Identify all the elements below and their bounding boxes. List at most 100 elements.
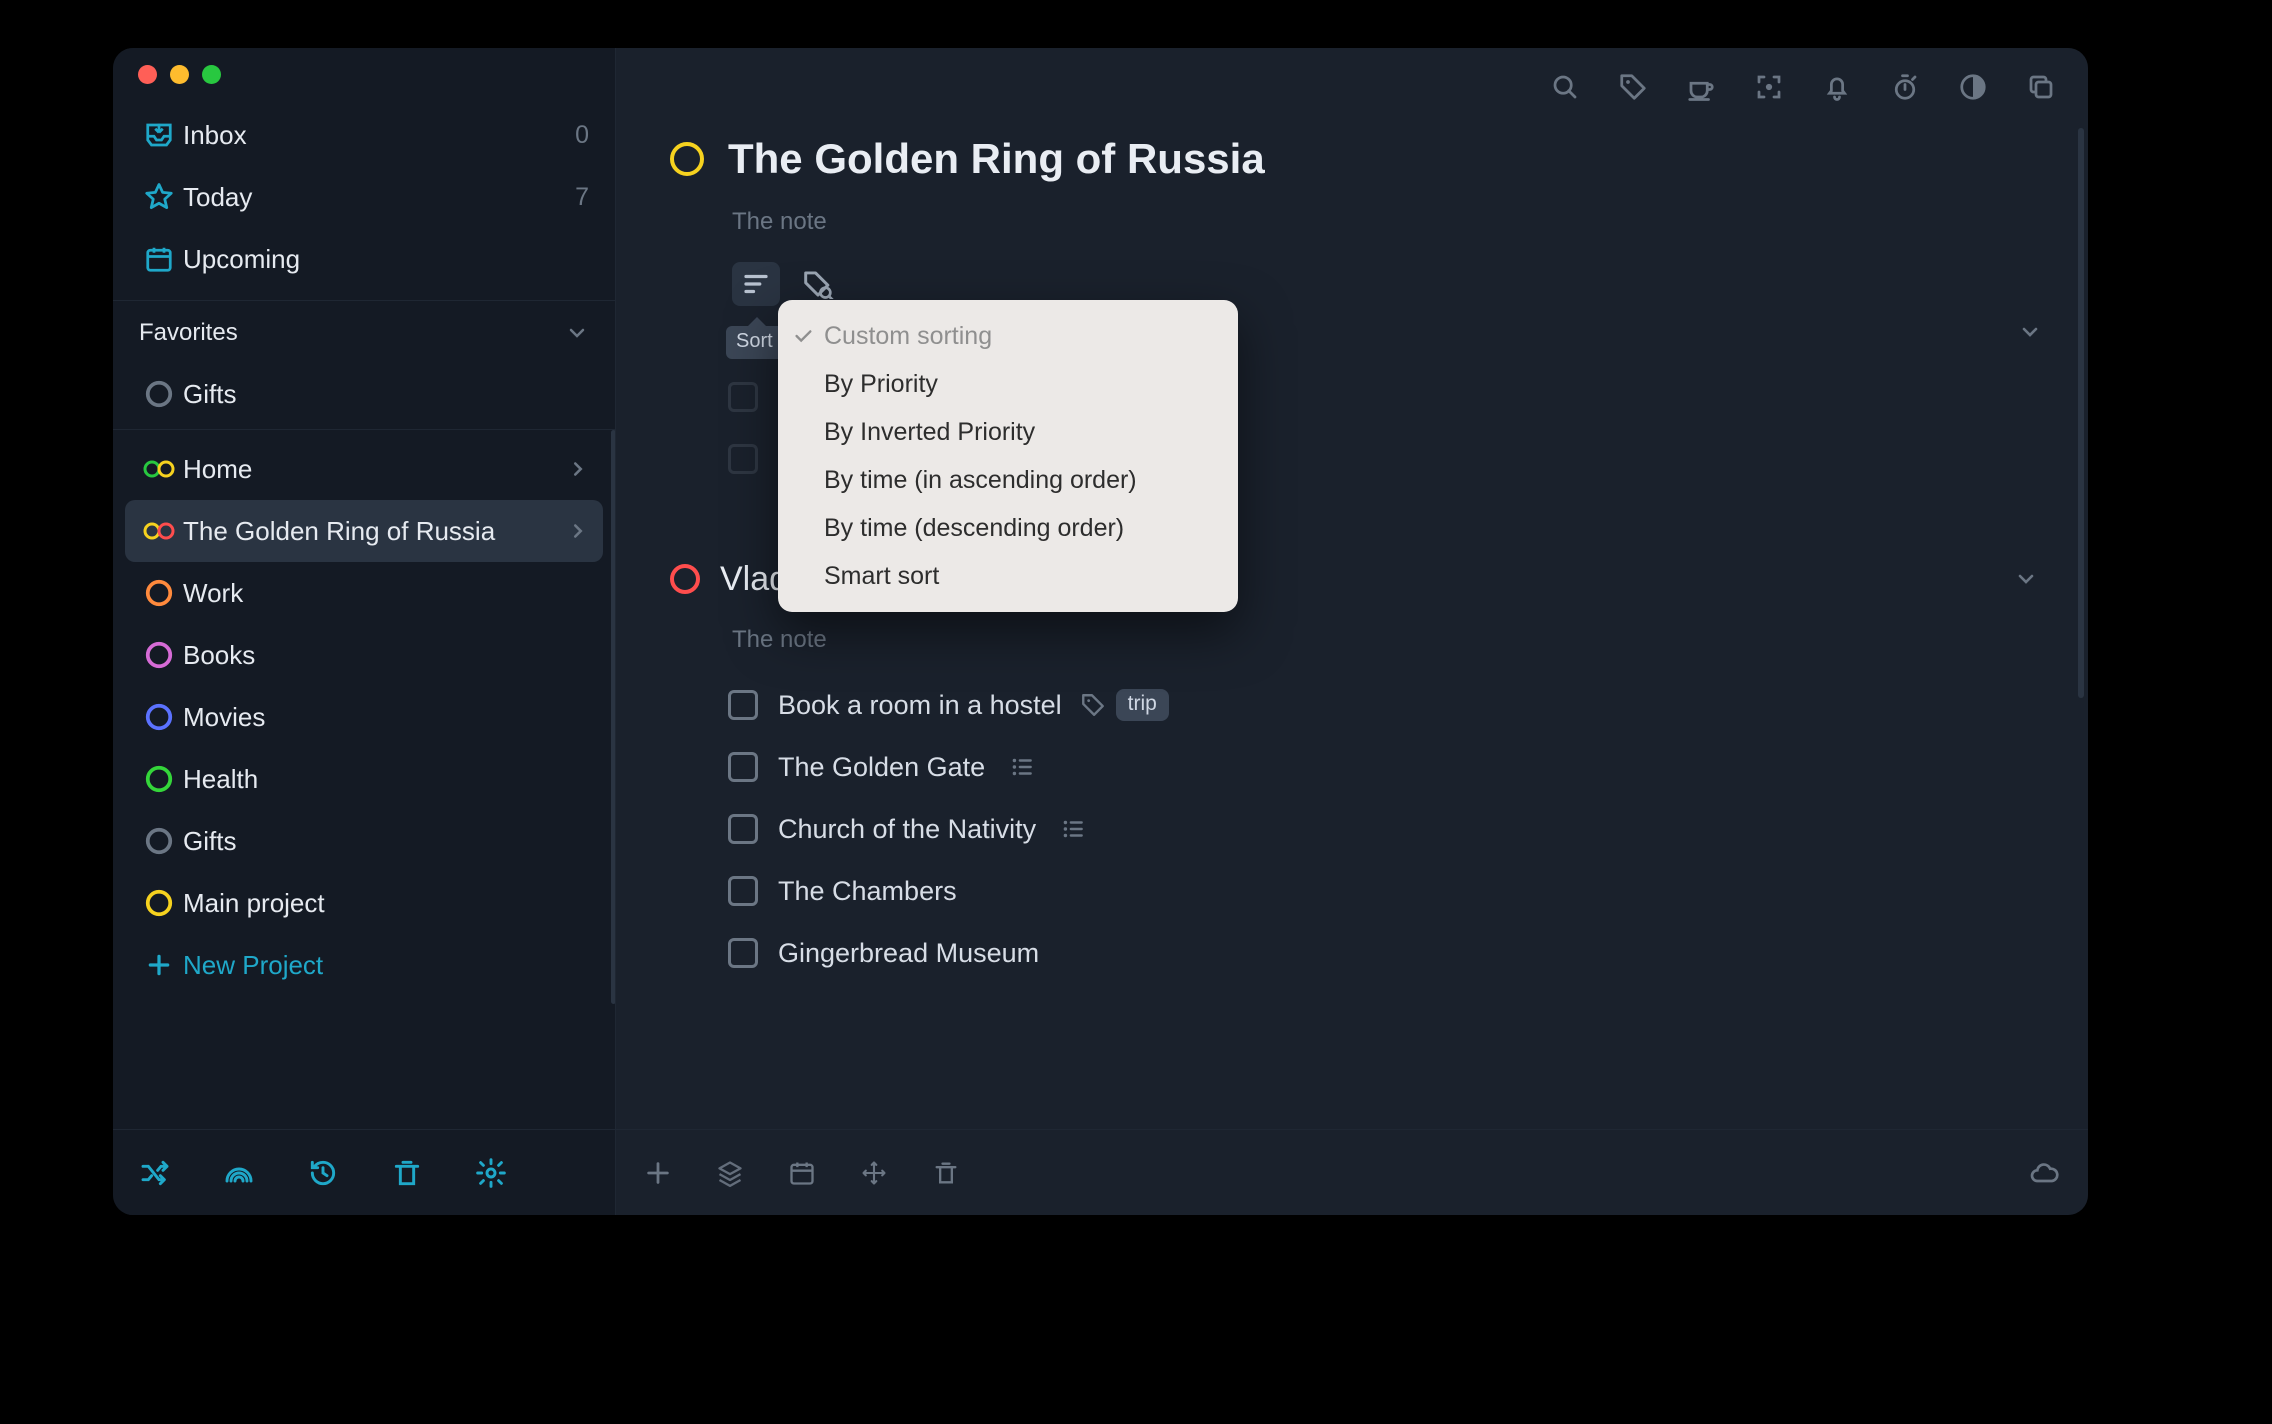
ring-icon <box>135 640 183 670</box>
task-checkbox[interactable] <box>728 382 758 412</box>
task-row[interactable]: Church of the Nativity <box>728 798 2048 860</box>
project-item-label: Work <box>183 578 589 609</box>
content-bottom-toolbar <box>616 1129 2088 1215</box>
project-item-label: Movies <box>183 702 589 733</box>
ring-icon <box>135 702 183 732</box>
sort-button[interactable] <box>732 262 780 306</box>
favorites-header[interactable]: Favorites <box>113 301 615 359</box>
nav-upcoming[interactable]: Upcoming <box>125 228 603 290</box>
close-window-button[interactable] <box>138 65 157 84</box>
search-icon[interactable] <box>1550 72 1580 102</box>
project-item-label: The Golden Ring of Russia <box>183 516 567 547</box>
sort-option-label: By Priority <box>824 370 938 399</box>
favorites-list: Gifts <box>113 359 615 429</box>
inbox-icon <box>135 120 183 150</box>
sidebar-nav: Inbox 0 Today 7 Upcoming <box>113 100 615 300</box>
tag-icon[interactable] <box>1080 692 1106 718</box>
project-item-movies[interactable]: Movies <box>125 686 603 748</box>
copy-icon[interactable] <box>2026 72 2056 102</box>
task-label: Gingerbread Museum <box>778 938 1039 969</box>
top-toolbar <box>616 48 2088 126</box>
chevron-right-icon <box>567 458 589 480</box>
tag-icon[interactable] <box>1618 72 1648 102</box>
sort-option-label: By time (descending order) <box>824 514 1124 543</box>
project-item-label: Health <box>183 764 589 795</box>
sort-option-time-asc[interactable]: By time (in ascending order) <box>778 456 1238 504</box>
chevron-down-icon[interactable] <box>2018 320 2042 344</box>
chevron-down-icon[interactable] <box>2014 567 2038 591</box>
project-item-label: Home <box>183 454 567 485</box>
task-row[interactable]: Gingerbread Museum <box>728 922 2048 984</box>
stopwatch-icon[interactable] <box>1890 72 1920 102</box>
nav-upcoming-label: Upcoming <box>183 244 589 275</box>
task-hidden-2[interactable] <box>728 428 778 490</box>
task-row[interactable]: Book a room in a hostel trip <box>728 674 2048 736</box>
project-item-health[interactable]: Health <box>125 748 603 810</box>
project-item-gifts[interactable]: Gifts <box>125 810 603 872</box>
move-icon[interactable] <box>860 1159 888 1187</box>
bell-icon[interactable] <box>1822 72 1852 102</box>
check-icon <box>792 325 824 347</box>
favorites-header-label: Favorites <box>139 319 238 347</box>
sort-option-priority[interactable]: By Priority <box>778 360 1238 408</box>
section-note-placeholder[interactable]: The note <box>630 606 2048 668</box>
new-project-button[interactable]: New Project <box>125 934 603 996</box>
project-item-main-project[interactable]: Main project <box>125 872 603 934</box>
task-row[interactable]: The Golden Gate <box>728 736 2048 798</box>
task-list: Book a room in a hostel trip The Golden … <box>630 668 2048 984</box>
layers-icon[interactable] <box>716 1159 744 1187</box>
star-icon <box>135 182 183 212</box>
task-checkbox[interactable] <box>728 752 758 782</box>
trash-icon[interactable] <box>932 1159 960 1187</box>
settings-icon[interactable] <box>475 1157 507 1189</box>
sort-popover: Custom sorting By Priority By Inverted P… <box>778 300 1238 612</box>
filter-bar: Sort ty Custom sorting By Priority By In… <box>630 244 2048 306</box>
calendar-icon[interactable] <box>788 1159 816 1187</box>
nav-today[interactable]: Today 7 <box>125 166 603 228</box>
section-ring-icon <box>670 564 700 594</box>
ring-icon <box>135 578 183 608</box>
task-checkbox[interactable] <box>728 876 758 906</box>
chevron-down-icon <box>565 321 589 345</box>
shuffle-icon[interactable] <box>139 1157 171 1189</box>
note-placeholder[interactable]: The note <box>630 192 2048 244</box>
task-label: Church of the Nativity <box>778 814 1036 845</box>
calendar-icon <box>135 244 183 274</box>
sublist-icon[interactable] <box>1009 754 1035 780</box>
contrast-icon[interactable] <box>1958 72 1988 102</box>
task-tag[interactable]: trip <box>1116 689 1169 721</box>
add-icon[interactable] <box>644 1159 672 1187</box>
sublist-icon[interactable] <box>1060 816 1086 842</box>
task-label: The Golden Gate <box>778 752 985 783</box>
task-checkbox[interactable] <box>728 690 758 720</box>
sidebar-scroll: Inbox 0 Today 7 Upcoming <box>113 100 615 1129</box>
minimize-window-button[interactable] <box>170 65 189 84</box>
nav-inbox[interactable]: Inbox 0 <box>125 104 603 166</box>
project-item-books[interactable]: Books <box>125 624 603 686</box>
coffee-icon[interactable] <box>1686 72 1716 102</box>
project-item-golden-ring[interactable]: The Golden Ring of Russia <box>125 500 603 562</box>
focus-icon[interactable] <box>1754 72 1784 102</box>
task-checkbox[interactable] <box>728 444 758 474</box>
task-hidden-1[interactable] <box>728 366 778 428</box>
rainbow-icon[interactable] <box>223 1157 255 1189</box>
task-checkbox[interactable] <box>728 938 758 968</box>
trash-icon[interactable] <box>391 1157 423 1189</box>
project-item-home[interactable]: Home <box>125 438 603 500</box>
sort-option-custom[interactable]: Custom sorting <box>778 312 1238 360</box>
sort-option-inverted-priority[interactable]: By Inverted Priority <box>778 408 1238 456</box>
task-row[interactable]: The Chambers <box>728 860 2048 922</box>
projects-list: Home The Golden Ring of Russia <box>113 430 615 1004</box>
task-checkbox[interactable] <box>728 814 758 844</box>
favorite-item-gifts[interactable]: Gifts <box>125 363 603 425</box>
sort-option-time-desc[interactable]: By time (descending order) <box>778 504 1238 552</box>
project-item-label: Gifts <box>183 826 589 857</box>
fullscreen-window-button[interactable] <box>202 65 221 84</box>
cloud-icon[interactable] <box>2028 1159 2060 1187</box>
project-item-work[interactable]: Work <box>125 562 603 624</box>
sidebar: Inbox 0 Today 7 Upcoming <box>113 48 616 1215</box>
sidebar-bottom-toolbar <box>113 1129 615 1215</box>
sort-option-label: Smart sort <box>824 562 939 591</box>
sort-option-smart[interactable]: Smart sort <box>778 552 1238 600</box>
history-icon[interactable] <box>307 1157 339 1189</box>
